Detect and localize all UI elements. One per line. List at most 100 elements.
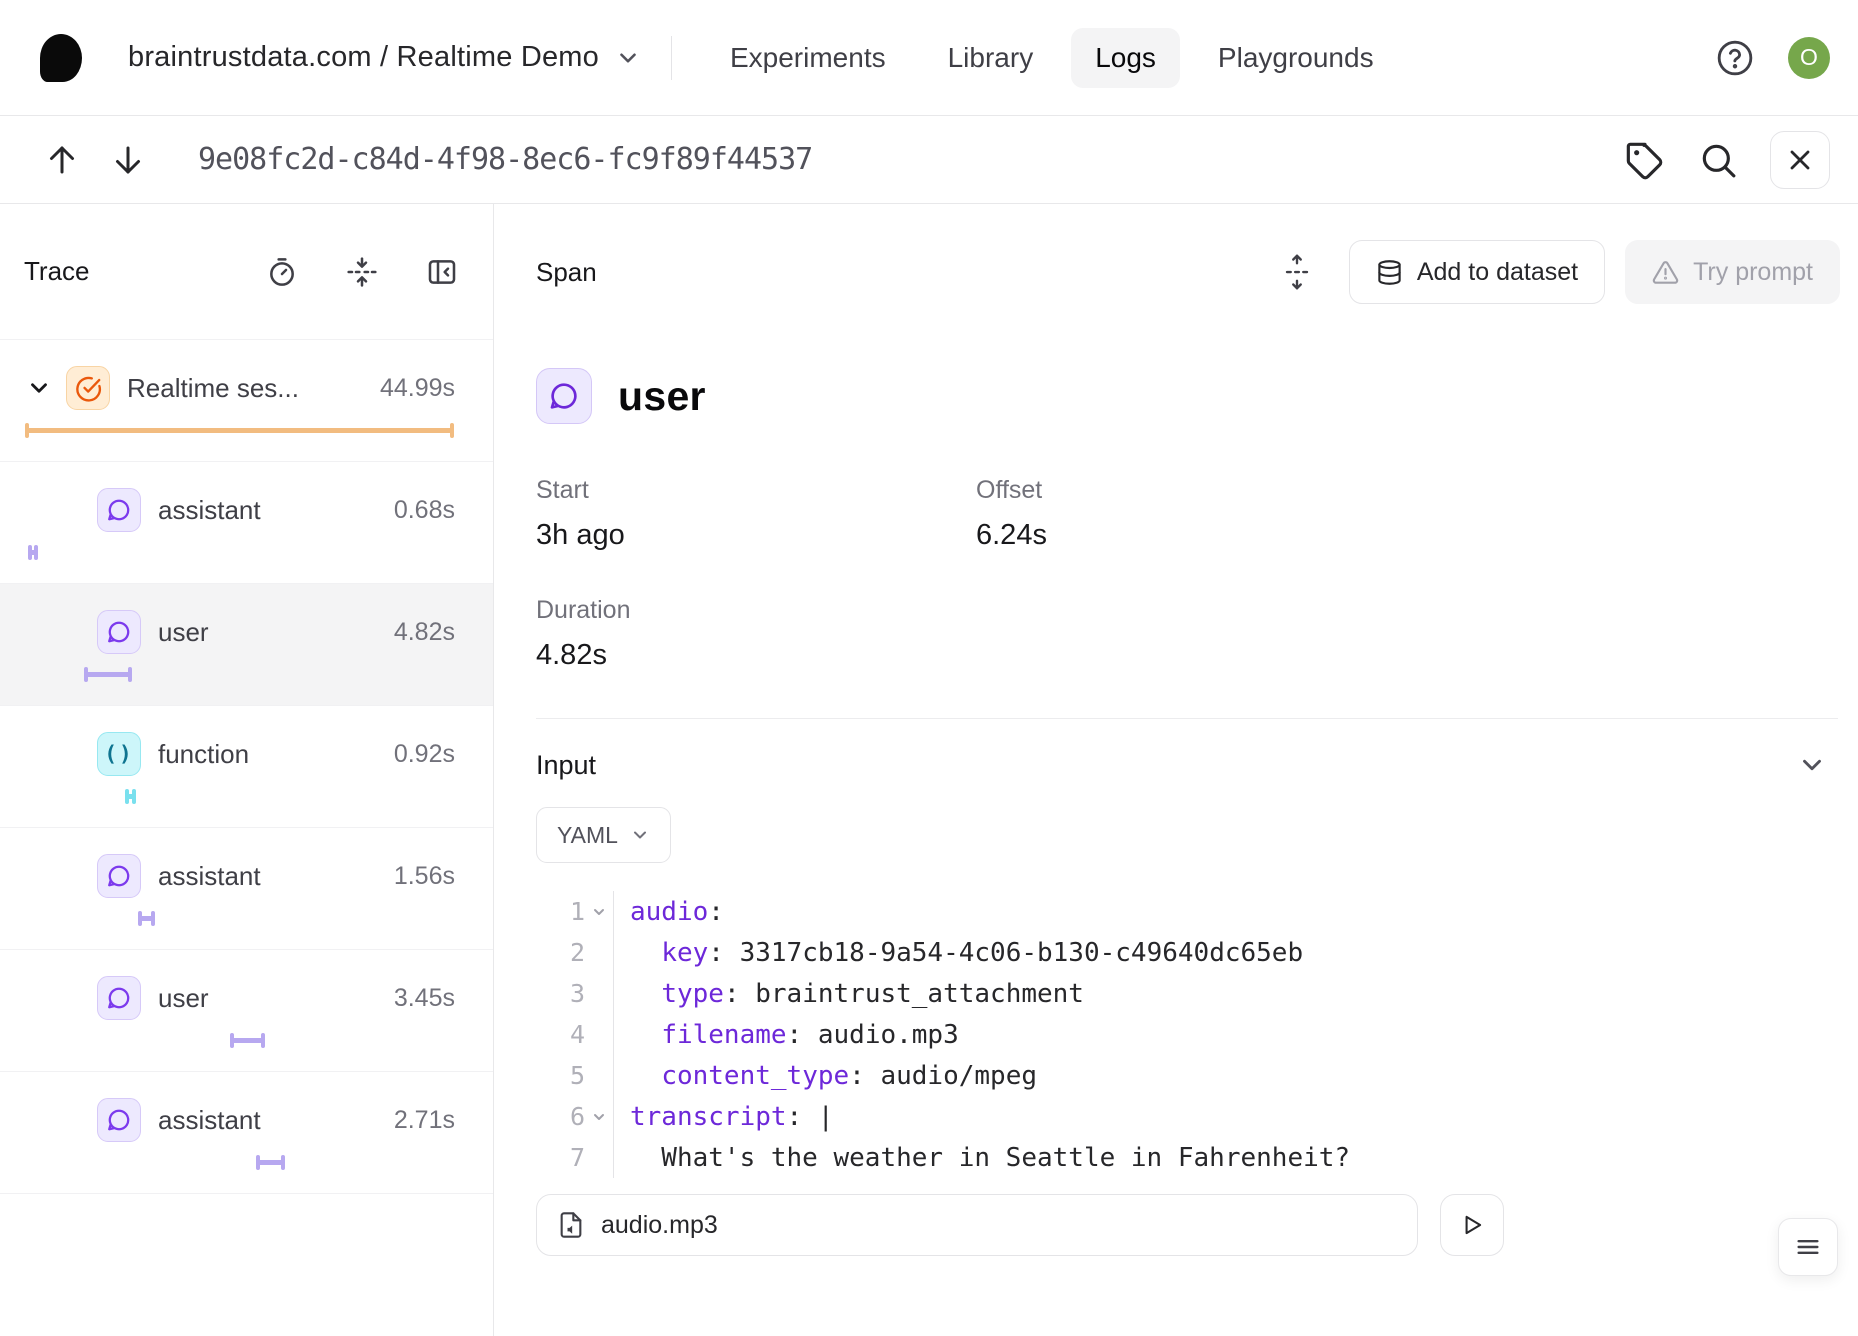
code-line-2: 2 key: 3317cb18-9a54-4c06-b130-c49640dc6…	[536, 932, 1858, 973]
meta-field-duration: Duration 4.82s	[536, 596, 976, 672]
trace-span-name: assistant	[158, 861, 394, 892]
trace-row-user[interactable]: user3.45s	[0, 950, 493, 1072]
format-select-dropdown[interactable]: YAML	[536, 807, 671, 863]
trace-row-function[interactable]: ()function0.92s	[0, 706, 493, 828]
code-text: content_type: audio/mpeg	[614, 1061, 1037, 1091]
nav-item-experiments[interactable]: Experiments	[706, 28, 910, 88]
code-text: type: braintrust_attachment	[614, 979, 1084, 1009]
meta-value: 6.24s	[976, 519, 1816, 552]
nav-item-library[interactable]: Library	[924, 28, 1058, 88]
breadcrumb-label: braintrustdata.com / Realtime Demo	[128, 41, 599, 74]
code-line-7: 7 What's the weather in Seattle in Fahre…	[536, 1137, 1858, 1178]
braintrust-logo-icon	[40, 34, 82, 82]
chevron-down-icon	[615, 45, 641, 71]
trace-span-name: user	[158, 983, 394, 1014]
code-text: transcript: |	[614, 1102, 834, 1132]
timeline-bar	[257, 1160, 284, 1165]
add-to-dataset-button[interactable]: Add to dataset	[1349, 240, 1605, 304]
breadcrumb[interactable]: braintrustdata.com / Realtime Demo	[128, 41, 641, 74]
span-id: 9e08fc2d-c84d-4f98-8ec6-fc9f89f44537	[198, 142, 812, 177]
meta-label: Duration	[536, 596, 976, 625]
line-number: 4	[536, 1020, 585, 1049]
avatar[interactable]: O	[1788, 37, 1830, 79]
trace-span-duration: 44.99s	[380, 374, 455, 403]
meta-field-offset: Offset 6.24s	[976, 476, 1816, 552]
span-panel: Span Add to dataset Try prompt	[494, 204, 1858, 1336]
trace-span-duration: 1.56s	[394, 862, 455, 891]
code-text: What's the weather in Seattle in Fahrenh…	[614, 1143, 1350, 1173]
line-number: 7	[536, 1143, 585, 1172]
play-audio-button[interactable]	[1440, 1194, 1504, 1256]
trace-span-name: function	[158, 739, 394, 770]
meta-field-start: Start 3h ago	[536, 476, 976, 552]
span-meta: Start 3h agoOffset 6.24sDuration 4.82s	[536, 476, 1816, 672]
trace-row-assistant[interactable]: assistant2.71s	[0, 1072, 493, 1194]
input-section-title: Input	[536, 750, 596, 781]
meta-value: 4.82s	[536, 639, 976, 672]
line-number: 1	[536, 897, 585, 926]
timeline-bar	[85, 672, 131, 677]
trace-span-name: Realtime ses...	[127, 373, 380, 404]
code-text: audio:	[614, 897, 724, 927]
help-icon[interactable]	[1716, 39, 1754, 77]
trace-row-user[interactable]: user4.82s	[0, 584, 493, 706]
trace-title: Trace	[24, 256, 90, 287]
trace-span-duration: 0.92s	[394, 740, 455, 769]
code-text: key: 3317cb18-9a54-4c06-b130-c49640dc65e…	[614, 938, 1303, 968]
audio-file-icon	[557, 1211, 585, 1239]
timeline-bar	[126, 794, 135, 799]
code-line-1: 1 audio:	[536, 891, 1858, 932]
collapse-rows-icon[interactable]	[345, 255, 379, 289]
try-prompt-button[interactable]: Try prompt	[1625, 240, 1840, 304]
span-name-title: user	[618, 373, 706, 420]
resize-drag-icon[interactable]	[1279, 250, 1315, 294]
row-expand-chevron-icon[interactable]	[26, 375, 52, 401]
nav-item-logs[interactable]: Logs	[1071, 28, 1180, 88]
add-to-dataset-label: Add to dataset	[1417, 258, 1578, 287]
section-menu-button[interactable]	[1778, 1218, 1838, 1276]
line-number: 5	[536, 1061, 585, 1090]
database-icon	[1376, 259, 1403, 286]
trace-toolbar: 9e08fc2d-c84d-4f98-8ec6-fc9f89f44537	[0, 116, 1858, 204]
search-icon[interactable]	[1696, 138, 1740, 182]
trace-span-duration: 2.71s	[394, 1106, 455, 1135]
span-panel-title: Span	[536, 257, 597, 288]
line-number: 6	[536, 1102, 585, 1131]
input-collapse-chevron-icon[interactable]	[1796, 749, 1828, 781]
code-fold-chevron-icon[interactable]	[585, 1109, 613, 1125]
primary-nav: ExperimentsLibraryLogsPlaygrounds	[706, 28, 1398, 88]
timeline-bar	[231, 1038, 264, 1043]
code-line-6: 6 transcript: |	[536, 1096, 1858, 1137]
code-line-3: 3 type: braintrust_attachment	[536, 973, 1858, 1014]
tag-icon[interactable]	[1622, 138, 1666, 182]
chat-bubble-icon	[97, 488, 141, 532]
meta-label: Start	[536, 476, 976, 505]
clock-check-icon	[66, 366, 110, 410]
meta-label: Offset	[976, 476, 1816, 505]
trace-row-assistant[interactable]: assistant1.56s	[0, 828, 493, 950]
trace-span-duration: 0.68s	[394, 496, 455, 525]
timeline-bar	[139, 916, 154, 921]
warning-triangle-icon	[1652, 259, 1679, 286]
timing-toggle-icon[interactable]	[265, 255, 299, 289]
nav-item-playgrounds[interactable]: Playgrounds	[1194, 28, 1398, 88]
chat-bubble-icon	[536, 368, 592, 424]
close-button[interactable]	[1770, 131, 1830, 189]
input-section-divider	[536, 718, 1838, 719]
yaml-code-block: 1 audio:2 key: 3317cb18-9a54-4c06-b130-c…	[536, 891, 1858, 1178]
code-line-5: 5 content_type: audio/mpeg	[536, 1055, 1858, 1096]
collapse-panel-icon[interactable]	[425, 255, 459, 289]
audio-attachment-chip[interactable]: audio.mp3	[536, 1194, 1418, 1256]
trace-sidebar: Trace Realtime ses...44.99sassistant0.68…	[0, 204, 494, 1336]
chat-bubble-icon	[97, 976, 141, 1020]
trace-row-assistant[interactable]: assistant0.68s	[0, 462, 493, 584]
trace-row-realtime-ses-[interactable]: Realtime ses...44.99s	[0, 340, 493, 462]
code-fold-chevron-icon[interactable]	[585, 904, 613, 920]
next-arrow-down-icon[interactable]	[106, 138, 150, 182]
chat-bubble-icon	[97, 854, 141, 898]
app-header: braintrustdata.com / Realtime Demo Exper…	[0, 0, 1858, 116]
meta-value: 3h ago	[536, 519, 976, 552]
prev-arrow-up-icon[interactable]	[40, 138, 84, 182]
chat-bubble-icon	[97, 610, 141, 654]
trace-span-name: assistant	[158, 495, 394, 526]
